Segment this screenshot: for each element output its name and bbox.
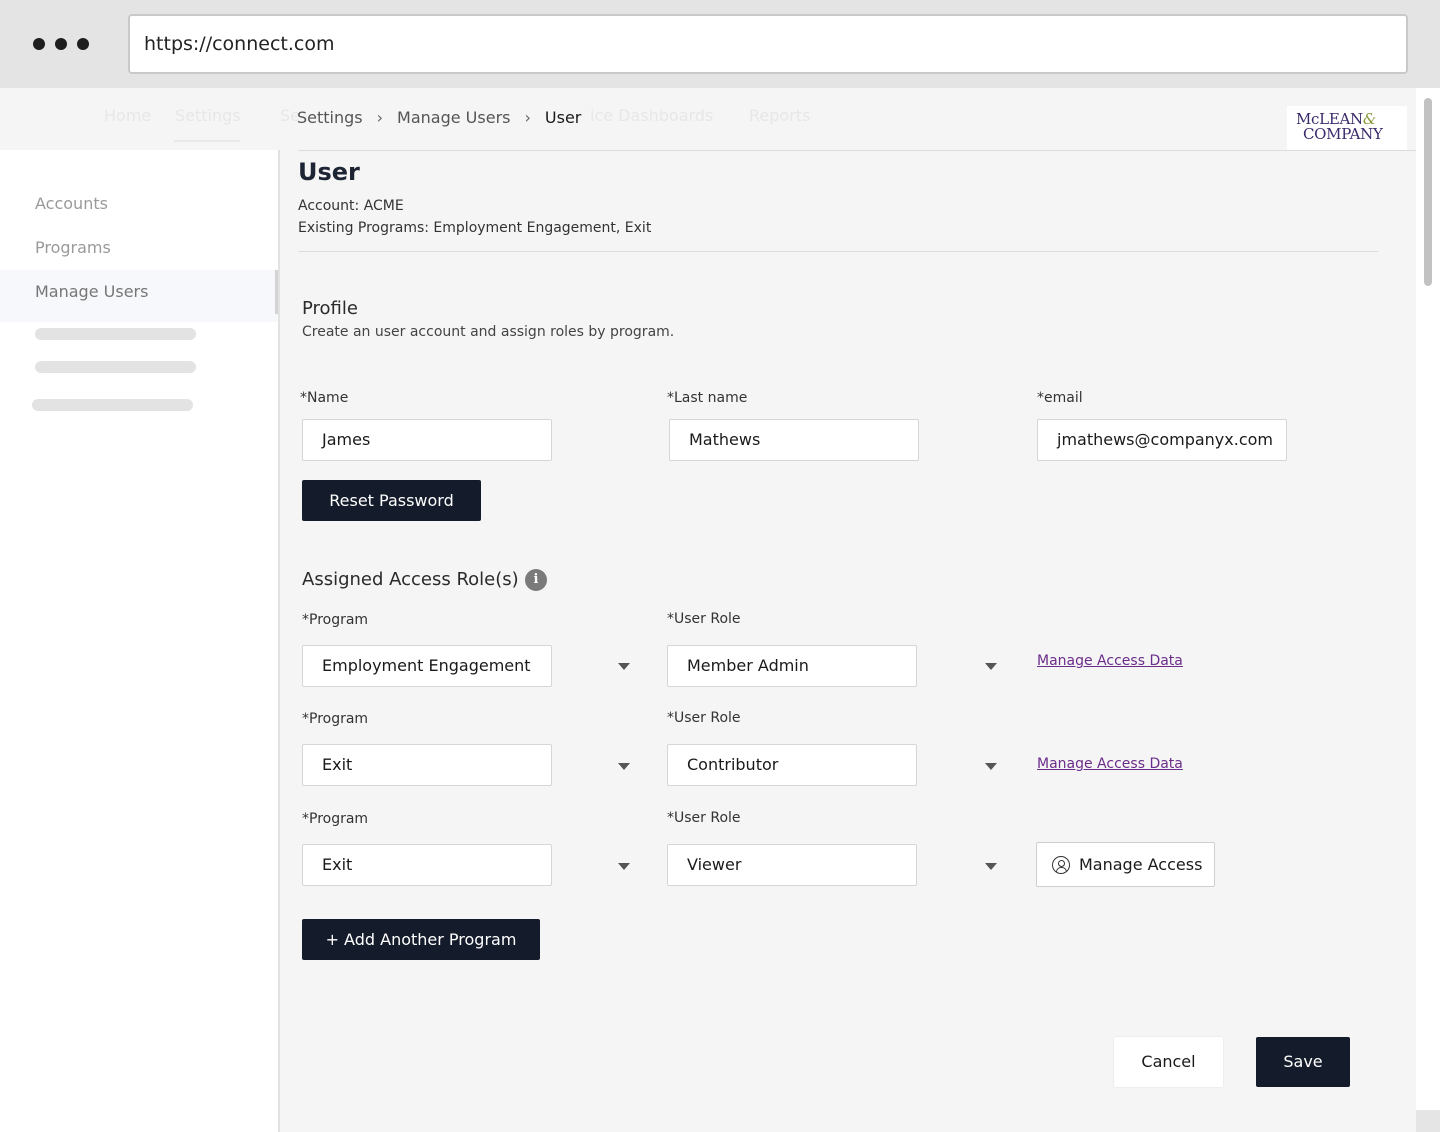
- roles-title: Assigned Access Role(s): [302, 569, 519, 590]
- program-select[interactable]: Exit: [302, 744, 552, 786]
- user-role-label: *User Role: [667, 611, 741, 627]
- email-field[interactable]: jmathews@companyx.com: [1037, 419, 1287, 461]
- page-title: User: [298, 158, 360, 186]
- email-label: *email: [1037, 390, 1083, 406]
- breadcrumb-manage-users[interactable]: Manage Users: [397, 108, 510, 127]
- nav-reports[interactable]: Reports: [749, 106, 810, 125]
- nav-active-underline: [174, 140, 240, 142]
- program-select[interactable]: Exit: [302, 844, 552, 886]
- chevron-down-icon[interactable]: [618, 863, 630, 870]
- cancel-button[interactable]: Cancel: [1114, 1037, 1223, 1087]
- chevron-down-icon[interactable]: [985, 763, 997, 770]
- sidebar: Accounts Programs Manage Users: [0, 150, 280, 1132]
- user-circle-icon: [1052, 855, 1070, 874]
- page-scrollbar[interactable]: [1416, 88, 1440, 1110]
- user-role-select[interactable]: Viewer: [667, 844, 917, 886]
- name-label: *Name: [300, 390, 349, 406]
- user-role-select[interactable]: Contributor: [667, 744, 917, 786]
- browser-chrome: https://connect.com: [0, 0, 1440, 88]
- save-button[interactable]: Save: [1256, 1037, 1350, 1087]
- user-role-select[interactable]: Member Admin: [667, 645, 917, 687]
- last-name-label: *Last name: [667, 390, 748, 406]
- chevron-right-icon: ›: [376, 108, 384, 127]
- manage-access-label: Manage Access: [1079, 855, 1203, 874]
- header-divider: [298, 150, 1416, 151]
- chevron-down-icon[interactable]: [985, 663, 997, 670]
- user-role-label: *User Role: [667, 810, 741, 826]
- nav-home[interactable]: Home: [104, 106, 151, 125]
- reset-password-button[interactable]: Reset Password: [302, 480, 481, 521]
- app-page: Home Settings Se ice Dashboards Reports …: [0, 88, 1416, 1132]
- last-name-field[interactable]: Mathews: [669, 419, 919, 461]
- add-program-button[interactable]: + Add Another Program: [302, 919, 540, 960]
- info-icon[interactable]: i: [525, 569, 547, 591]
- nav-settings[interactable]: Settings: [175, 106, 241, 125]
- sidebar-item-manage-users[interactable]: Manage Users: [35, 282, 148, 301]
- address-bar[interactable]: https://connect.com: [128, 14, 1408, 74]
- account-text: Account: ACME: [298, 198, 404, 214]
- section-divider: [298, 251, 1378, 252]
- nav-dashboards[interactable]: ice Dashboards: [590, 106, 713, 125]
- program-select[interactable]: Employment Engagement: [302, 645, 552, 687]
- manage-access-button[interactable]: Manage Access: [1036, 842, 1215, 887]
- program-label: *Program: [302, 711, 369, 727]
- scrollbar-thumb[interactable]: [1424, 98, 1432, 286]
- manage-access-data-link[interactable]: Manage Access Data: [1037, 756, 1183, 772]
- sidebar-item-accounts[interactable]: Accounts: [35, 194, 108, 213]
- manage-access-data-link[interactable]: Manage Access Data: [1037, 653, 1183, 669]
- breadcrumb: Settings › Manage Users › User: [297, 108, 581, 127]
- skeleton-placeholder: [32, 399, 193, 411]
- company-logo: McLEAN& COMPANY: [1287, 106, 1407, 150]
- breadcrumb-settings[interactable]: Settings: [297, 108, 363, 127]
- name-field[interactable]: James: [302, 419, 552, 461]
- profile-description: Create an user account and assign roles …: [302, 324, 675, 340]
- profile-title: Profile: [302, 298, 358, 319]
- program-label: *Program: [302, 811, 369, 827]
- existing-programs-text: Existing Programs: Employment Engagement…: [298, 220, 652, 236]
- chevron-down-icon[interactable]: [618, 663, 630, 670]
- user-role-label: *User Role: [667, 710, 741, 726]
- chevron-right-icon: ›: [524, 108, 531, 127]
- window-menu-icon[interactable]: [33, 38, 89, 50]
- skeleton-placeholder: [35, 361, 196, 373]
- program-label: *Program: [302, 612, 369, 628]
- chevron-down-icon[interactable]: [618, 763, 630, 770]
- breadcrumb-user: User: [544, 108, 582, 127]
- sidebar-item-programs[interactable]: Programs: [35, 238, 111, 257]
- skeleton-placeholder: [35, 328, 196, 340]
- chevron-down-icon[interactable]: [985, 863, 997, 870]
